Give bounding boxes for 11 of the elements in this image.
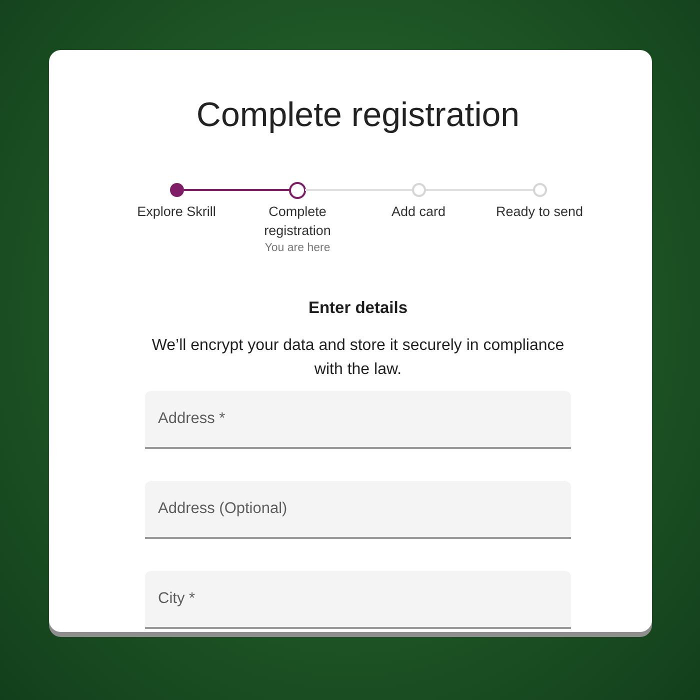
step-label: Complete registration — [263, 203, 332, 240]
step-label: Explore Skrill — [137, 203, 216, 221]
input-field[interactable]: Address (Optional) — [145, 481, 571, 539]
section-description: We’ll encrypt your data and store it securely in compliance with the law. — [150, 336, 566, 380]
input-field[interactable]: City * — [145, 571, 571, 629]
step-label: Add card — [391, 203, 446, 221]
step-note: You are here — [264, 241, 330, 256]
page-title: Complete registration — [195, 95, 521, 135]
step-label: Ready to send — [496, 203, 584, 221]
section-heading: Enter details — [307, 298, 409, 319]
input-field[interactable]: Address * — [145, 391, 571, 449]
